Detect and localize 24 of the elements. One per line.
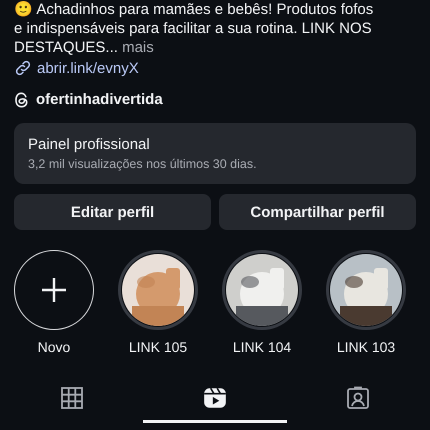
bio-text: 🙂 Achadinhos para mamães e bebês! Produtos fofos [14,0,374,19]
bio-text: e indispensáveis para facilitar a sua rotina. LINK NOS [14,19,373,38]
new-highlight-button[interactable] [14,250,94,330]
highlight-ring[interactable] [118,250,198,330]
bio-text: DESTAQUES... [14,39,119,56]
profile-button[interactable]: Compartilhar perfil [219,194,416,230]
link-icon [14,59,32,77]
dashboard-subtitle: 3,2 mil visualizações nos últimos 30 dias. [28,157,258,171]
dashboard-title: Painel profissional [28,136,151,153]
highlight-ring[interactable] [222,250,302,330]
grid-icon [60,386,83,408]
highlight-label: LINK 104 [232,339,292,355]
tagged-person-icon [346,386,370,410]
threads-handle[interactable]: ofertinhadivertida [36,91,163,108]
highlight-label: Novo [38,339,70,355]
more-link[interactable]: mais [122,39,154,56]
threads-icon [14,92,30,108]
bio-link[interactable]: abrir.link/evnyX [0,57,153,79]
profile-button[interactable]: Editar perfil [14,194,211,230]
highlight-label: LINK 105 [128,339,188,355]
dashboard-card[interactable]: Painel profissional 3,2 mil visualizações nos últimos 30 dias. [14,123,416,184]
plus-icon [41,277,67,303]
highlight-label: LINK 103 [336,339,396,355]
highlight-ring[interactable] [326,250,406,330]
